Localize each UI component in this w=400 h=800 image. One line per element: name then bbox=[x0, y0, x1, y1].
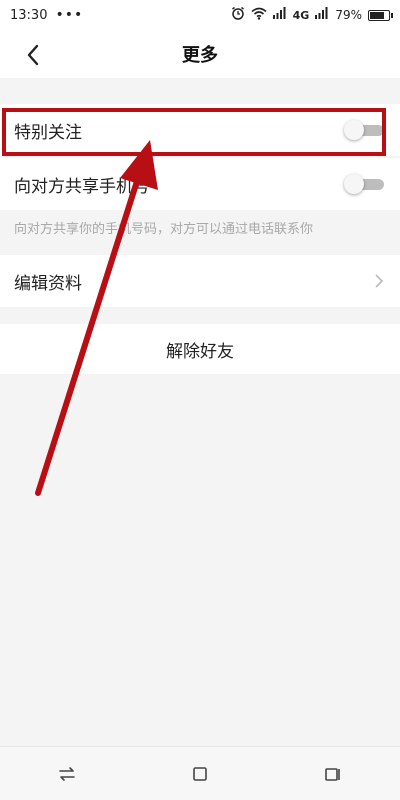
system-nav-bar bbox=[0, 746, 400, 800]
recent-apps-button[interactable] bbox=[313, 754, 353, 794]
share-phone-label: 向对方共享手机号 bbox=[14, 176, 150, 197]
battery-icon bbox=[368, 9, 393, 21]
network-type: 4G bbox=[292, 8, 310, 22]
chevron-right-icon bbox=[374, 255, 384, 307]
alarm-icon bbox=[231, 6, 245, 24]
wifi-icon bbox=[251, 7, 267, 24]
switch-arrows-button[interactable] bbox=[47, 754, 87, 794]
back-chevron-icon bbox=[27, 44, 39, 66]
notification-dots: ••• bbox=[55, 7, 84, 23]
back-button[interactable] bbox=[18, 40, 48, 70]
edit-profile-label: 编辑资料 bbox=[14, 273, 82, 294]
signal-icon bbox=[315, 7, 329, 23]
unfriend-button[interactable]: 解除好友 bbox=[0, 324, 400, 374]
status-icons: 4G 79% bbox=[231, 6, 393, 24]
highlight-box bbox=[2, 108, 386, 156]
battery-level bbox=[370, 11, 385, 19]
recent-icon bbox=[325, 767, 341, 781]
edit-profile-row[interactable]: 编辑资料 bbox=[0, 255, 400, 307]
share-phone-toggle[interactable] bbox=[344, 174, 384, 194]
header: 更多 bbox=[0, 30, 400, 78]
battery-percent: 79% bbox=[335, 8, 362, 22]
signal-icon bbox=[272, 7, 287, 23]
toggle-knob bbox=[344, 174, 364, 194]
status-bar: 13:30 ••• 4G 79% bbox=[0, 0, 400, 30]
status-time: 13:30 bbox=[10, 7, 48, 23]
home-square-icon bbox=[193, 766, 207, 781]
share-phone-hint: 向对方共享你的手机号码，对方可以通过电话联系你 bbox=[14, 222, 314, 237]
share-phone-row: 向对方共享手机号 bbox=[0, 158, 400, 210]
home-button[interactable] bbox=[180, 754, 220, 794]
page-title: 更多 bbox=[182, 45, 218, 66]
unfriend-label: 解除好友 bbox=[166, 341, 234, 362]
switch-arrows-icon bbox=[58, 766, 75, 781]
